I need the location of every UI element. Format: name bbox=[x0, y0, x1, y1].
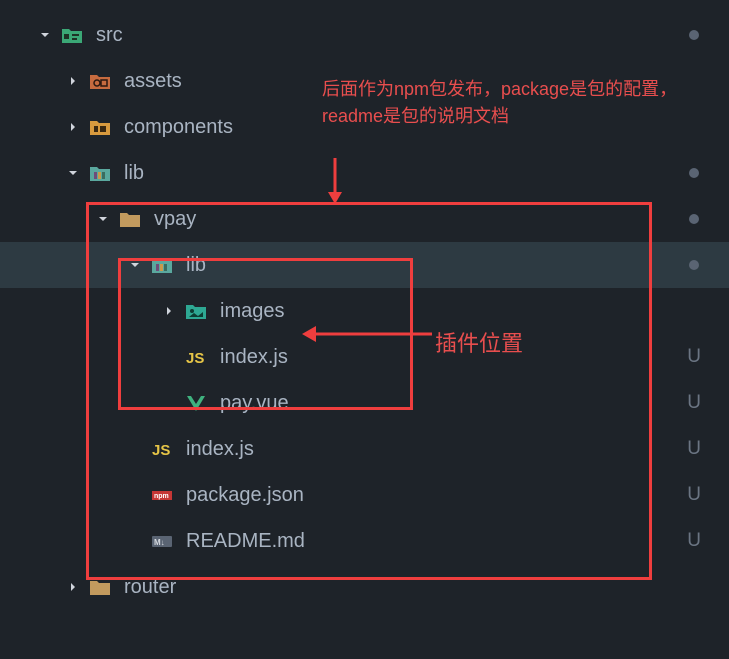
tree-label: router bbox=[124, 576, 176, 599]
vue-icon bbox=[182, 393, 210, 413]
tree-label: src bbox=[96, 24, 123, 47]
status-untracked: U bbox=[687, 392, 701, 414]
chevron-right-icon bbox=[162, 306, 176, 316]
svg-text:JS: JS bbox=[152, 442, 170, 459]
tree-item-router[interactable]: router bbox=[0, 564, 729, 610]
tree-item-lib-inner[interactable]: lib bbox=[0, 242, 729, 288]
tree-item-images[interactable]: images bbox=[0, 288, 729, 334]
tree-item-packagejson[interactable]: npm package.json U bbox=[0, 472, 729, 518]
tree-label: vpay bbox=[154, 208, 196, 231]
status-untracked: U bbox=[687, 438, 701, 460]
tree-label: package.json bbox=[186, 484, 304, 507]
folder-components-icon bbox=[86, 117, 114, 137]
tree-item-lib[interactable]: lib bbox=[0, 150, 729, 196]
folder-lib-icon bbox=[86, 163, 114, 183]
status-modified-dot bbox=[689, 30, 699, 40]
annotation-publish-note: 后面作为npm包发布，package是包的配置，readme是包的说明文档 bbox=[322, 76, 692, 130]
tree-label: lib bbox=[186, 254, 206, 277]
folder-images-icon bbox=[182, 301, 210, 321]
tree-label: images bbox=[220, 300, 284, 323]
tree-label: index.js bbox=[186, 438, 254, 461]
chevron-down-icon bbox=[38, 30, 52, 40]
status-untracked: U bbox=[687, 346, 701, 368]
status-modified-dot bbox=[689, 168, 699, 178]
chevron-right-icon bbox=[66, 122, 80, 132]
status-modified-dot bbox=[689, 214, 699, 224]
chevron-right-icon bbox=[66, 76, 80, 86]
js-icon: JS bbox=[182, 347, 210, 367]
tree-label: lib bbox=[124, 162, 144, 185]
svg-text:npm: npm bbox=[154, 493, 169, 500]
npm-icon: npm bbox=[148, 485, 176, 505]
chevron-down-icon bbox=[66, 168, 80, 178]
tree-item-readme[interactable]: M↓ README.md U bbox=[0, 518, 729, 564]
annotation-plugin-location: 插件位置 bbox=[435, 326, 523, 358]
tree-item-indexjs-outer[interactable]: JS index.js U bbox=[0, 426, 729, 472]
tree-label: components bbox=[124, 116, 233, 139]
tree-label: assets bbox=[124, 70, 182, 93]
tree-item-vpay[interactable]: vpay bbox=[0, 196, 729, 242]
folder-src-icon bbox=[58, 25, 86, 45]
tree-item-indexjs-inner[interactable]: JS index.js U bbox=[0, 334, 729, 380]
folder-icon bbox=[86, 577, 114, 597]
folder-lib-icon bbox=[148, 255, 176, 275]
status-untracked: U bbox=[687, 484, 701, 506]
chevron-down-icon bbox=[128, 260, 142, 270]
folder-icon bbox=[116, 209, 144, 229]
svg-text:M↓: M↓ bbox=[154, 538, 165, 547]
chevron-right-icon bbox=[66, 582, 80, 592]
tree-item-payvue[interactable]: pay.vue U bbox=[0, 380, 729, 426]
tree-item-src[interactable]: src bbox=[0, 12, 729, 58]
tree-label: pay.vue bbox=[220, 392, 289, 415]
markdown-icon: M↓ bbox=[148, 531, 176, 551]
js-icon: JS bbox=[148, 439, 176, 459]
tree-label: README.md bbox=[186, 530, 305, 553]
folder-assets-icon bbox=[86, 71, 114, 91]
status-untracked: U bbox=[687, 530, 701, 552]
status-modified-dot bbox=[689, 260, 699, 270]
tree-label: index.js bbox=[220, 346, 288, 369]
chevron-down-icon bbox=[96, 214, 110, 224]
svg-text:JS: JS bbox=[186, 350, 204, 367]
